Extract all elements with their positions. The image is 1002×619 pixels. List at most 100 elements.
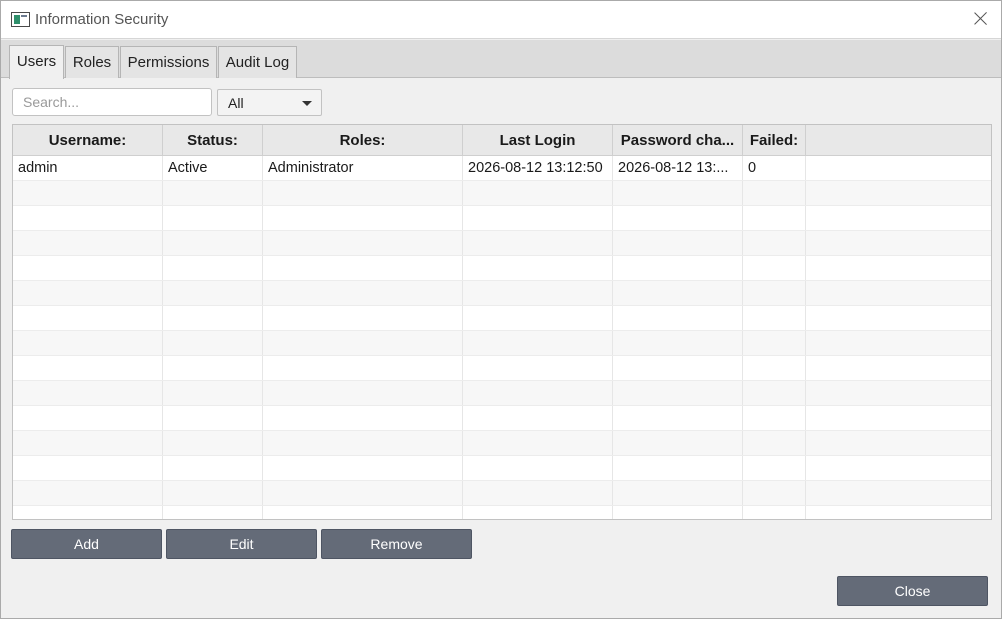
close-icon[interactable] [969,7,993,31]
column-header-roles[interactable]: Roles: [263,125,463,156]
empty-cell [13,256,163,280]
empty-cell [463,431,613,455]
empty-cell [163,206,263,230]
app-window-icon [11,12,30,27]
empty-cell [806,256,991,280]
search-input[interactable] [12,88,212,116]
empty-cell [743,431,806,455]
column-header-username[interactable]: Username: [13,125,163,156]
empty-cell [613,456,743,480]
empty-cell [463,206,613,230]
empty-cell [743,381,806,405]
empty-cell [163,356,263,380]
empty-cell [463,231,613,255]
empty-cell [263,206,463,230]
empty-cell [263,356,463,380]
table-row-empty [13,456,991,481]
empty-cell [743,306,806,330]
empty-cell [13,331,163,355]
empty-cell [743,481,806,505]
empty-cell [806,431,991,455]
column-header-last-login[interactable]: Last Login [463,125,613,156]
tab-roles[interactable]: Roles [65,46,119,78]
tab-users[interactable]: Users [9,45,64,79]
close-button[interactable]: Close [837,576,988,606]
empty-cell [13,281,163,305]
empty-cell [13,181,163,205]
empty-cell [743,456,806,480]
empty-cell [263,506,463,519]
table-row[interactable]: admin Active Administrator 2026-08-12 13… [13,156,991,181]
empty-cell [263,331,463,355]
empty-cell [613,231,743,255]
tab-audit-log[interactable]: Audit Log [218,46,297,78]
empty-cell [463,406,613,430]
table-row-empty [13,231,991,256]
window-title: Information Security [35,11,169,28]
status-filter-select[interactable]: All [217,89,322,116]
empty-cell [806,231,991,255]
empty-cell [263,256,463,280]
empty-cell [13,506,163,519]
table-row-empty [13,281,991,306]
empty-cell [613,406,743,430]
empty-cell [613,331,743,355]
column-header-password-changed[interactable]: Password cha... [613,125,743,156]
table-row-empty [13,331,991,356]
empty-cell [613,356,743,380]
empty-cell [463,381,613,405]
empty-cell [13,481,163,505]
cell-last-login: 2026-08-12 13:12:50 [463,156,613,180]
empty-cell [806,331,991,355]
table-row-empty [13,206,991,231]
remove-button[interactable]: Remove [321,529,472,559]
empty-cell [13,206,163,230]
empty-cell [806,181,991,205]
edit-button[interactable]: Edit [166,529,317,559]
users-table: Username: Status: Roles: Last Login Pass… [12,124,992,520]
table-row-empty [13,306,991,331]
tab-permissions[interactable]: Permissions [120,46,217,78]
empty-cell [743,256,806,280]
empty-cell [613,281,743,305]
add-button[interactable]: Add [11,529,162,559]
empty-cell [163,231,263,255]
empty-cell [806,381,991,405]
empty-cell [163,281,263,305]
empty-cell [613,431,743,455]
empty-cell [743,406,806,430]
empty-cell [463,456,613,480]
column-header-failed[interactable]: Failed: [743,125,806,156]
empty-cell [463,481,613,505]
empty-cell [806,506,991,519]
empty-cell [743,506,806,519]
empty-cell [163,381,263,405]
empty-cell [743,356,806,380]
empty-cell [806,406,991,430]
empty-cell [163,331,263,355]
empty-cell [806,456,991,480]
empty-cell [463,306,613,330]
cell-username: admin [13,156,163,180]
table-row-empty [13,481,991,506]
empty-cell [13,456,163,480]
empty-cell [743,231,806,255]
empty-cell [13,356,163,380]
cell-filler [806,156,991,180]
empty-cell [263,431,463,455]
table-row-empty [13,256,991,281]
empty-cell [463,281,613,305]
tab-strip: Users Roles Permissions Audit Log [1,40,1001,79]
empty-cell [806,281,991,305]
empty-cell [743,281,806,305]
empty-cell [263,281,463,305]
empty-cell [13,231,163,255]
table-row-empty [13,406,991,431]
title-bar: Information Security [1,1,1001,39]
empty-cell [806,206,991,230]
table-row-empty [13,356,991,381]
column-header-status[interactable]: Status: [163,125,263,156]
empty-cell [463,256,613,280]
empty-cell [13,431,163,455]
empty-cell [263,181,463,205]
